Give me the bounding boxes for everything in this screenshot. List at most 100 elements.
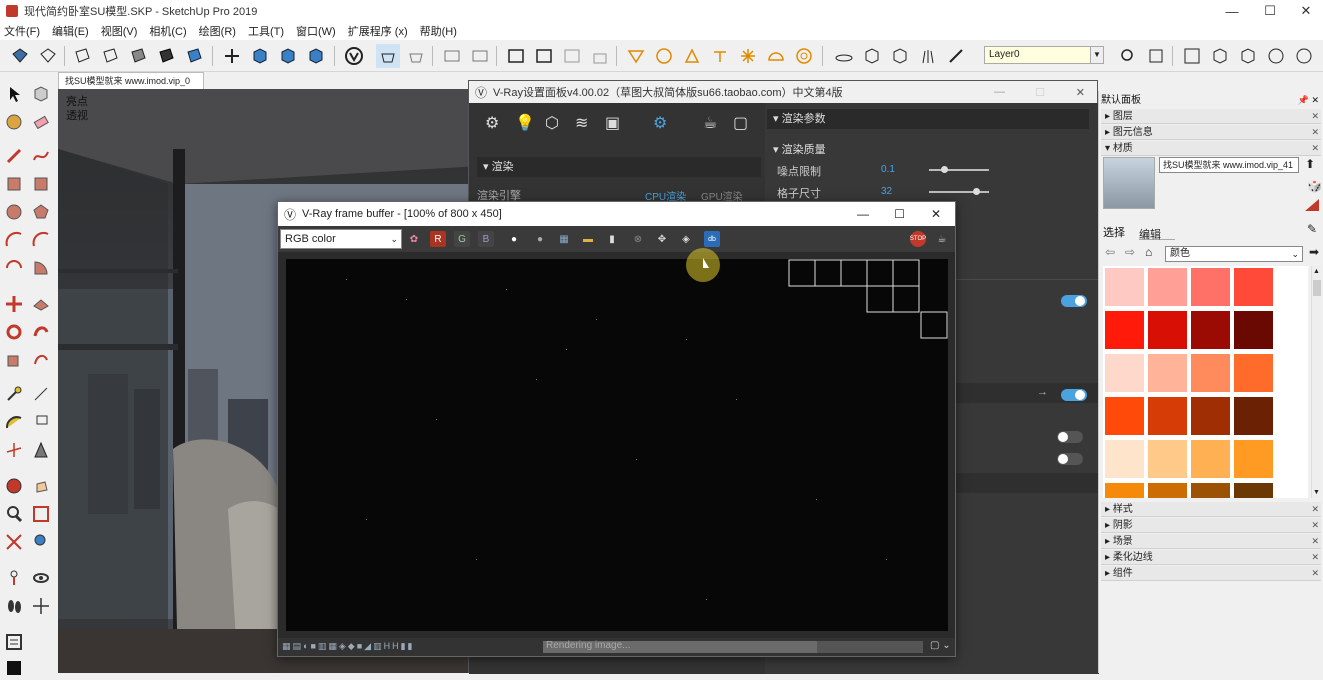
eraser-icon[interactable]	[29, 110, 53, 134]
batch-render-icon[interactable]	[468, 44, 492, 68]
close-icon[interactable]: ✕	[1311, 518, 1319, 533]
render-elements-icon[interactable]: ▣	[605, 113, 620, 133]
scale-icon[interactable]	[2, 348, 26, 372]
region-render-icon[interactable]: ✥	[654, 231, 670, 247]
clipper-icon[interactable]	[944, 44, 968, 68]
swatch-scrollbar[interactable]: ▲ ▼	[1311, 266, 1321, 498]
bucket-size-slider[interactable]	[929, 191, 989, 193]
tray-section-materials[interactable]: ▾ 材质 ✕	[1101, 141, 1321, 156]
tab-select[interactable]: 选择	[1103, 224, 1125, 240]
load-image-icon[interactable]: ▬	[580, 231, 596, 247]
material-swatch[interactable]	[1104, 267, 1145, 307]
sample-paint-icon[interactable]: ✎	[1307, 222, 1317, 236]
material-swatch[interactable]	[1104, 482, 1145, 498]
outliner-list-icon[interactable]	[2, 630, 26, 654]
toggle-switch-2[interactable]	[1061, 389, 1087, 401]
tab-edit[interactable]: 编辑	[1139, 226, 1175, 241]
render-icon[interactable]	[376, 44, 400, 68]
paint-bucket-icon[interactable]	[2, 110, 26, 134]
toggle-switch-4[interactable]	[1057, 453, 1083, 465]
material-swatch[interactable]	[1233, 353, 1274, 393]
select-arrow-icon[interactable]	[2, 82, 26, 106]
link-to-display-icon[interactable]: db	[704, 231, 720, 247]
layer-manager-icon[interactable]	[1116, 44, 1140, 68]
light-bulb-icon[interactable]: 💡	[515, 113, 535, 133]
material-swatch[interactable]	[1190, 396, 1231, 436]
top-view-icon[interactable]	[276, 44, 300, 68]
infinite-plane-icon[interactable]	[832, 44, 856, 68]
minimize-button[interactable]: —	[1213, 0, 1251, 22]
fur-icon[interactable]	[916, 44, 940, 68]
material-swatch[interactable]	[1147, 310, 1188, 350]
orbit-icon[interactable]	[220, 44, 244, 68]
expand-chevron-icon[interactable]: ▢ ⌄	[930, 640, 951, 651]
noise-limit-value[interactable]: 0.1	[881, 164, 895, 175]
shaded-textures-icon[interactable]	[182, 44, 206, 68]
frame-buffer-icon[interactable]	[440, 44, 464, 68]
offset-icon[interactable]	[29, 348, 53, 372]
shaded-icon[interactable]	[154, 44, 178, 68]
component-icon[interactable]	[8, 44, 32, 68]
material-swatch[interactable]	[1233, 396, 1274, 436]
red-channel-button[interactable]: R	[430, 231, 446, 247]
rotated-rectangle-icon[interactable]	[29, 172, 53, 196]
lock-icon[interactable]	[588, 44, 612, 68]
render-canvas[interactable]	[286, 259, 948, 631]
look-around-icon[interactable]	[29, 566, 53, 590]
color-channels-icon[interactable]: ✿	[406, 231, 422, 247]
material-swatch[interactable]	[1190, 439, 1231, 479]
material-swatch[interactable]	[1190, 353, 1231, 393]
polygon-icon[interactable]	[29, 200, 53, 224]
settings-wheel-icon[interactable]: ⚙	[485, 113, 499, 133]
close-icon[interactable]: ✕	[1311, 125, 1319, 140]
alpha-white-icon[interactable]: ●	[506, 231, 522, 247]
wireframe-icon[interactable]	[98, 44, 122, 68]
status-tools-icons[interactable]: ▦▤◐■▥▦◈◆■◢▥HH▮▮	[282, 641, 415, 652]
gear-icon[interactable]: ⚙	[653, 113, 667, 133]
window2-icon[interactable]	[532, 44, 556, 68]
material-swatch[interactable]	[1233, 310, 1274, 350]
back-arrow-icon[interactable]: ⇦	[1105, 245, 1115, 259]
spot-light-icon[interactable]	[680, 44, 704, 68]
close-icon[interactable]: ✕	[1311, 141, 1319, 156]
render-section-header[interactable]: ▾ 渲染	[477, 157, 761, 177]
scroll-down-icon[interactable]: ▼	[1313, 489, 1320, 496]
section-icon[interactable]	[29, 594, 53, 618]
proxy-icon[interactable]	[860, 44, 884, 68]
default-material-icon[interactable]	[1305, 199, 1319, 211]
menu-draw[interactable]: 绘图(R)	[199, 23, 236, 39]
cube-icon[interactable]: ⬡	[545, 113, 559, 133]
protractor-icon[interactable]	[2, 410, 26, 434]
dome-light-icon[interactable]	[764, 44, 788, 68]
create-material-icon[interactable]: ⬆	[1305, 157, 1315, 171]
render-params-header[interactable]: ▾ 渲染参数	[767, 109, 1089, 129]
details-arrow-icon[interactable]: ➡	[1309, 245, 1319, 259]
zoom-icon[interactable]	[2, 502, 26, 526]
maximize-button[interactable]: ☐	[1251, 0, 1289, 22]
track-mouse-icon[interactable]: ◈	[678, 231, 694, 247]
omni-light-icon[interactable]	[736, 44, 760, 68]
close-icon[interactable]: ✕	[1311, 566, 1319, 581]
3d-text-icon[interactable]	[29, 438, 53, 462]
material-swatch[interactable]	[1233, 267, 1274, 307]
green-channel-button[interactable]: G	[454, 231, 470, 247]
material-swatch[interactable]	[1190, 310, 1231, 350]
menu-tools[interactable]: 工具(T)	[248, 23, 284, 39]
menu-window[interactable]: 窗口(W)	[296, 23, 336, 39]
render-teapot-icon[interactable]: ☕	[934, 231, 950, 247]
toggle-switch-3[interactable]	[1057, 431, 1083, 443]
push-pull-icon[interactable]	[29, 292, 53, 316]
tray-section-soften-edges[interactable]: ▸ 柔化边线 ✕	[1101, 550, 1321, 565]
mono-icon[interactable]: ●	[532, 231, 548, 247]
layer-tools-icon[interactable]	[1144, 44, 1168, 68]
tray-section-shadows[interactable]: ▸ 阴影 ✕	[1101, 518, 1321, 533]
vray-minimize-button[interactable]: —	[994, 86, 1005, 98]
stop-render-button[interactable]: STOP	[910, 231, 926, 247]
close-button[interactable]: ✕	[1287, 0, 1323, 22]
material-swatch[interactable]	[1147, 439, 1188, 479]
material-swatch[interactable]	[1147, 482, 1188, 498]
menu-edit[interactable]: 编辑(E)	[52, 23, 89, 39]
freehand-icon[interactable]	[29, 144, 53, 168]
interactive-render-icon[interactable]	[404, 44, 428, 68]
window-icon[interactable]	[504, 44, 528, 68]
